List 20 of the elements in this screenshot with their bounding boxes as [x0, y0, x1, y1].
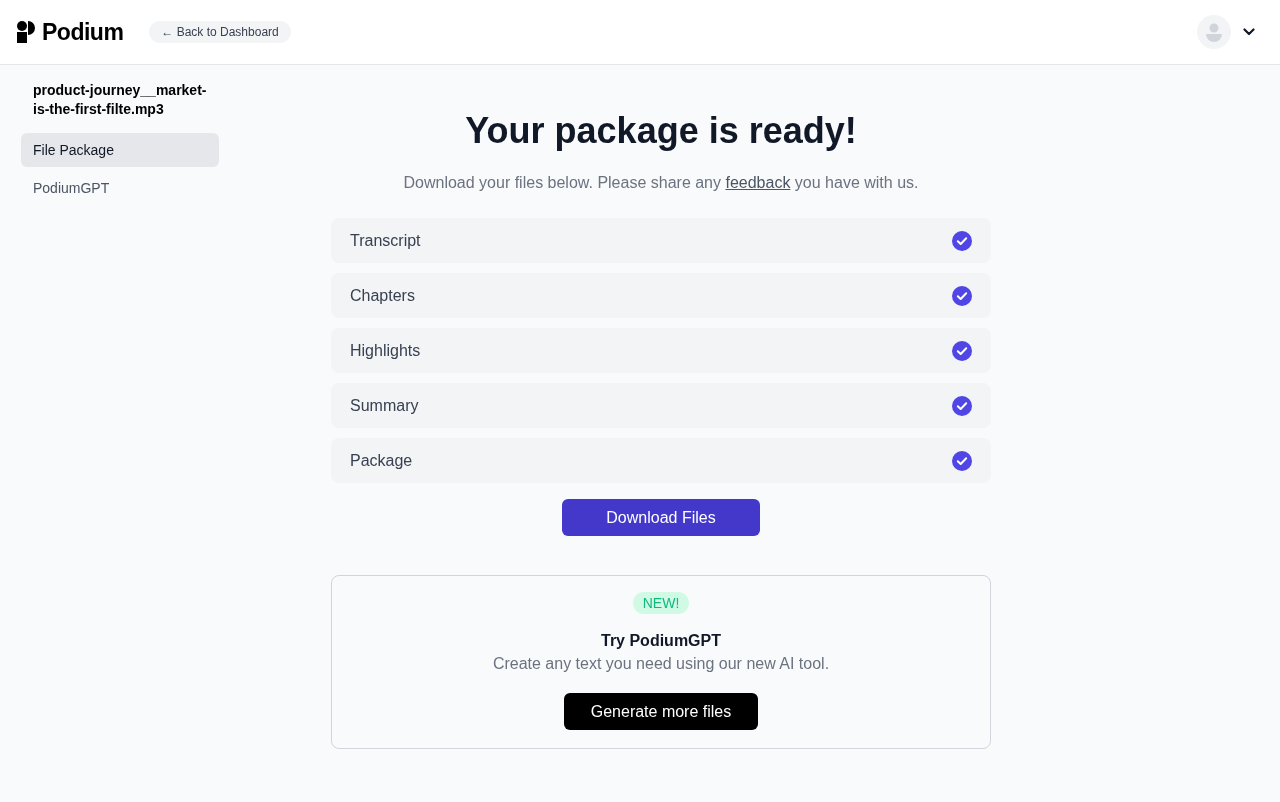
chevron-down-icon[interactable]: [1243, 28, 1255, 36]
file-label: Chapters: [350, 286, 415, 305]
promo-title: Try PodiumGPT: [601, 631, 721, 651]
back-button[interactable]: ← Back to Dashboard: [149, 21, 291, 43]
download-button[interactable]: Download Files: [562, 499, 760, 536]
sidebar-item[interactable]: PodiumGPT: [21, 171, 219, 205]
file-name: product-journey__market-is-the-first-filte.mp3: [33, 81, 208, 119]
logo-icon: [17, 21, 37, 43]
generate-button[interactable]: Generate more files: [564, 693, 758, 730]
subtitle: Download your files below. Please share any feedback you have with us.: [403, 173, 919, 193]
file-label: Summary: [350, 396, 419, 415]
page-title: Your package is ready!: [465, 109, 857, 153]
sidebar-item[interactable]: File Package: [21, 133, 219, 167]
file-label: Highlights: [350, 341, 421, 360]
feedback-link[interactable]: feedback: [725, 174, 791, 191]
file-label: Transcript: [350, 231, 421, 250]
file-label: Package: [350, 451, 413, 470]
promo-description: Create any text you need using our new AI tool.: [492, 654, 830, 674]
logo-text: Podium: [42, 18, 124, 46]
new-badge: NEW!: [632, 592, 690, 614]
